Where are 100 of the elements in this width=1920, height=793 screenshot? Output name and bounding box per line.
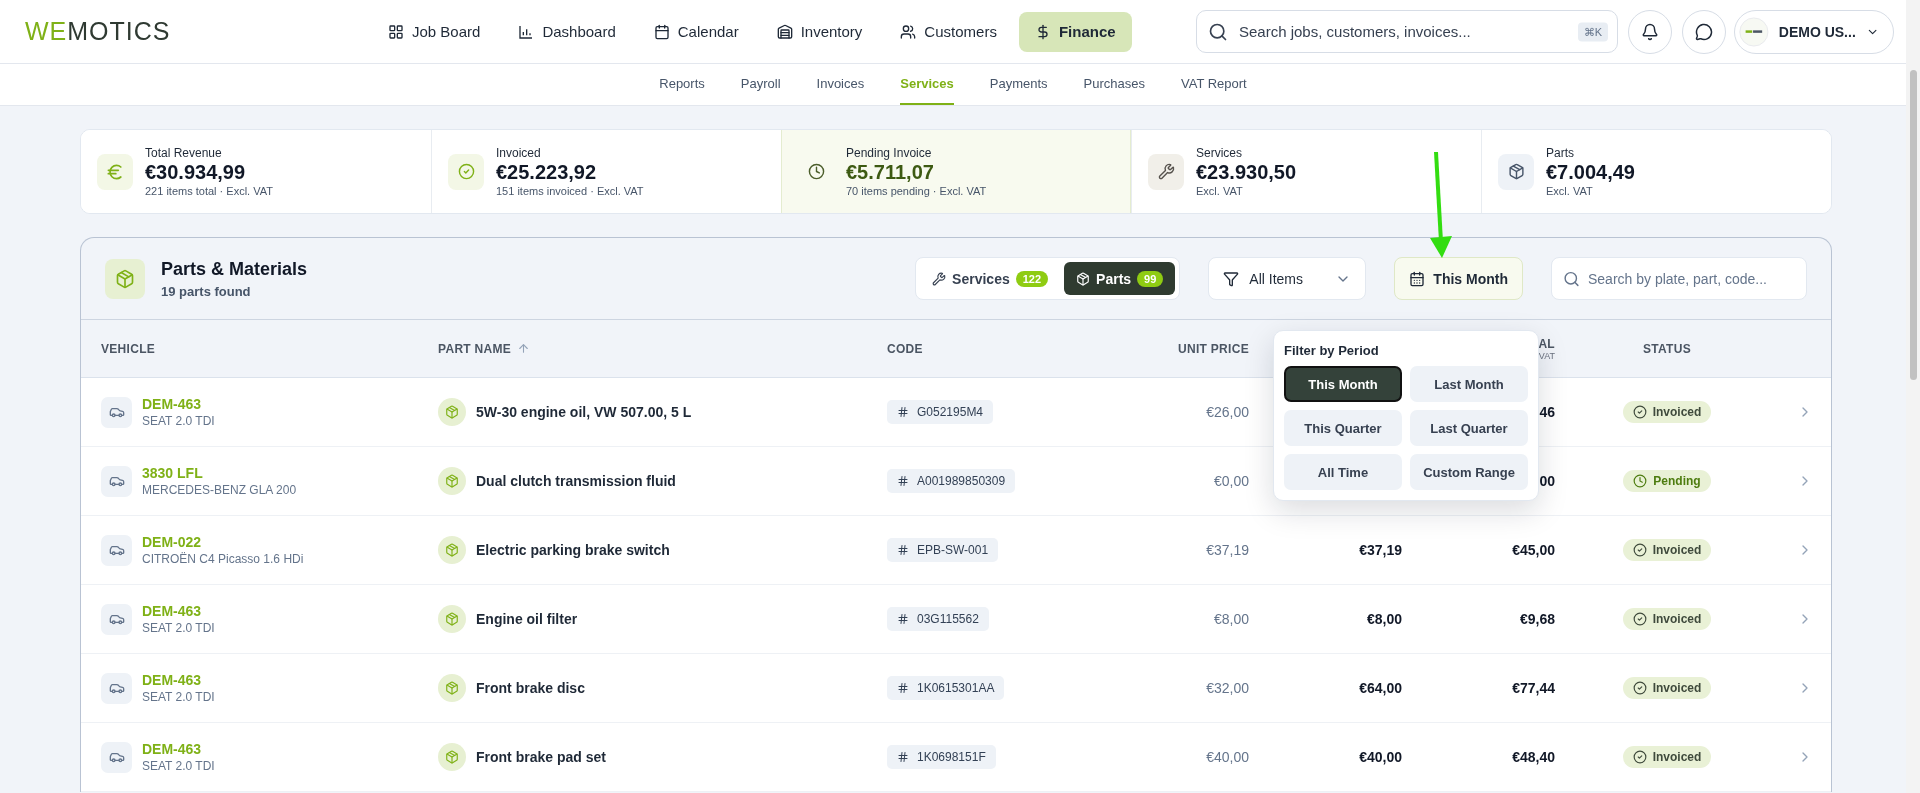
table-search-field[interactable]: Search by plate, part, code... — [1551, 257, 1807, 300]
stat-value: €25.223,92 — [496, 161, 598, 184]
bar-chart-icon — [518, 23, 535, 40]
filter-icon — [1223, 270, 1240, 287]
stat-caption: 151 items invoiced · Excl. VAT — [496, 185, 644, 197]
calendar-icon — [653, 23, 670, 40]
car-icon — [101, 672, 132, 704]
table-cell: €77,44 — [1512, 680, 1555, 696]
sub-tab[interactable]: Purchases — [1083, 64, 1145, 105]
package-icon — [1498, 153, 1534, 190]
stat-label: Total Revenue — [145, 146, 223, 160]
grid-icon — [388, 23, 404, 40]
vehicle-model: SEAT 2.0 TDI — [142, 414, 215, 428]
period-option[interactable]: Custom Range — [1410, 454, 1528, 490]
count-badge: 99 — [1137, 270, 1164, 287]
package-icon — [438, 743, 466, 771]
status-badge: Invoiced — [1622, 677, 1712, 699]
unit-price: €32,00 — [1206, 680, 1249, 696]
part-name: Electric parking brake switch — [476, 542, 670, 558]
nav-item[interactable]: Finance — [1018, 11, 1132, 52]
check-circle-icon — [1632, 750, 1647, 764]
table-cell: €9,68 — [1519, 611, 1555, 627]
sub-tab[interactable]: VAT Report — [1181, 64, 1247, 105]
euro-icon — [97, 153, 133, 190]
column-header: UNIT PRICE — [1177, 341, 1249, 356]
table-row[interactable]: DEM-022 CITROËN C4 Picasso 1.6 HDi Electric parking brake switch EPB-SW-001 €37,19 €37,19 €45,00 Invoiced — [81, 516, 1831, 585]
period-option[interactable]: Last Month — [1410, 366, 1528, 402]
period-option[interactable]: All Time — [1284, 454, 1402, 490]
stat-label: Services — [1196, 146, 1243, 160]
table-cell: 46 — [1539, 404, 1555, 420]
table-cell: €40,00 — [1359, 749, 1402, 765]
menu-title: Filter by Period — [1284, 343, 1380, 358]
sub-tab[interactable]: Payroll — [740, 64, 781, 105]
part-name: Front brake disc — [476, 680, 585, 696]
item-filter-dropdown[interactable]: All Items — [1208, 257, 1367, 300]
unit-price: €37,19 — [1206, 542, 1249, 558]
car-icon — [101, 741, 132, 773]
period-button[interactable]: This Month — [1394, 257, 1523, 300]
nav-item[interactable]: Inventory — [760, 11, 879, 52]
table-cell: €45,00 — [1512, 542, 1555, 558]
package-icon — [438, 467, 466, 495]
package-icon — [438, 536, 466, 564]
part-name: Front brake pad set — [476, 749, 606, 765]
part-code: 1K0698151F — [887, 745, 996, 769]
package-icon — [438, 605, 466, 633]
part-code: G052195M4 — [887, 400, 994, 424]
car-icon — [101, 396, 132, 428]
stat-caption: 221 items total · Excl. VAT — [145, 185, 273, 197]
plate-number: DEM-463 — [142, 672, 203, 688]
scrollbar-thumb[interactable] — [1909, 70, 1917, 380]
warehouse-icon — [776, 23, 793, 40]
table-row[interactable]: DEM-463 SEAT 2.0 TDI Front brake pad set 1K0698151F €40,00 €40,00 €48,40 Invoiced — [81, 723, 1831, 792]
stat-value: €30.934,99 — [145, 161, 247, 184]
sub-tab[interactable]: Reports — [659, 64, 705, 105]
count-badge: 122 — [1015, 270, 1049, 287]
package-icon — [438, 674, 466, 702]
unit-price: €0,00 — [1213, 473, 1249, 489]
column-header[interactable]: PART NAME — [438, 341, 887, 356]
period-option[interactable]: This Quarter — [1284, 410, 1402, 446]
nav-item[interactable]: Dashboard — [502, 11, 632, 52]
nav-item[interactable]: Customers — [884, 11, 1013, 52]
part-code: EPB-SW-001 — [887, 538, 999, 562]
stat-caption: Excl. VAT — [1546, 185, 1594, 197]
bell-icon — [1641, 22, 1659, 41]
sub-tab[interactable]: Payments — [989, 64, 1048, 105]
stat-caption: 70 items pending · Excl. VAT — [846, 185, 987, 197]
column-header: AL — [1538, 336, 1555, 351]
notifications-button[interactable] — [1628, 9, 1672, 54]
check-circle-icon — [1632, 612, 1647, 626]
nav-item[interactable]: Calendar — [637, 11, 755, 52]
messages-button[interactable] — [1682, 9, 1726, 54]
wrench-icon — [932, 271, 947, 286]
search-icon — [1563, 270, 1580, 287]
vehicle-model: MERCEDES-BENZ GLA 200 — [142, 483, 297, 497]
user-menu-button[interactable]: DEMO US... — [1734, 9, 1894, 54]
check-circle-icon — [1632, 543, 1647, 557]
table-row[interactable]: DEM-463 SEAT 2.0 TDI Front brake disc 1K0615301AA €32,00 €64,00 €77,44 Invoiced — [81, 654, 1831, 723]
column-header: VEHICLE — [101, 341, 157, 356]
period-option[interactable]: Last Quarter — [1410, 410, 1528, 446]
sub-tab[interactable]: Invoices — [816, 64, 865, 105]
toggle-button[interactable]: Parts 99 — [1064, 262, 1176, 295]
package-icon — [105, 258, 145, 299]
unit-price: €8,00 — [1213, 611, 1249, 627]
table-row[interactable]: DEM-463 SEAT 2.0 TDI Engine oil filter 03G115562 €8,00 €8,00 €9,68 Invoiced — [81, 585, 1831, 654]
period-option[interactable]: This Month — [1284, 366, 1402, 402]
car-icon — [101, 603, 132, 635]
check-circle-icon — [1632, 405, 1647, 419]
part-name: Dual clutch transmission fluid — [476, 473, 676, 489]
part-code: 1K0615301AA — [887, 676, 1005, 700]
part-code: A001989850309 — [887, 469, 1016, 493]
table-cell: €64,00 — [1359, 680, 1402, 696]
table-cell: 00 — [1539, 473, 1555, 489]
column-header: CODE — [887, 341, 924, 356]
logo[interactable]: WEMOTICS — [25, 17, 372, 46]
car-icon — [101, 465, 132, 497]
stat-value: €7.004,49 — [1546, 161, 1635, 184]
stat-caption: Excl. VAT — [1196, 185, 1244, 197]
unit-price: €26,00 — [1206, 404, 1249, 420]
nav-item[interactable]: Job Board — [372, 11, 497, 52]
clock-icon — [1633, 474, 1648, 488]
